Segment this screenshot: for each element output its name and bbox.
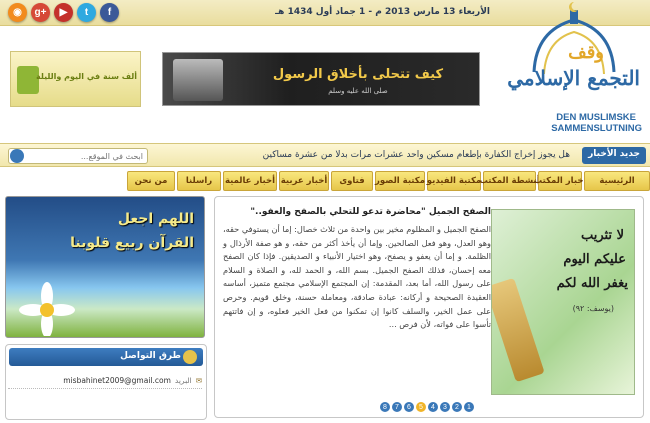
side-banner-text: ألف سنة في اليوم والليلة [36, 72, 137, 81]
nav-item[interactable]: راسلنا [177, 171, 221, 191]
nav-item[interactable]: أخبار المكتب [534, 171, 586, 191]
pager-dot[interactable]: 8 [380, 402, 390, 412]
pager-dot[interactable]: 5 [416, 402, 426, 412]
email-row[interactable]: ✉ البريد misbahinet2009@gmail.com [8, 373, 202, 389]
logo-line2: التجمع الإسلامي [507, 66, 640, 90]
pager-dot[interactable]: 2 [452, 402, 462, 412]
email-address[interactable]: misbahinet2009@gmail.com [63, 376, 171, 385]
nav-item[interactable]: الرئيسية [584, 171, 650, 191]
nav-item[interactable]: فتاوى [331, 171, 373, 191]
news-ticker-bar: جديد الأخبار هل يجوز إخراج الكفارة بإطعا… [0, 143, 650, 167]
contact-icon [183, 350, 197, 364]
side-banner[interactable]: ألف سنة في اليوم والليلة [10, 51, 141, 107]
email-label: البريد [174, 376, 192, 385]
featured-article-panel: لا تثريب عليكم اليوم يغفر الله لكم (يوسف… [214, 196, 644, 418]
logo-line1: وقف [568, 42, 604, 63]
nav-item[interactable]: أخبار عالمية [223, 171, 277, 191]
nav-item[interactable]: أنشطة المكتب [479, 171, 540, 191]
quill-image [492, 277, 545, 383]
quran-banner[interactable]: اللهم اجعل القرآن ربيع قلوبنا [5, 196, 205, 338]
image-text-2: عليكم اليوم [563, 252, 626, 267]
facebook-icon[interactable]: f [100, 3, 119, 22]
pager-dot[interactable]: 7 [392, 402, 402, 412]
youtube-icon[interactable]: ▶ [54, 3, 73, 22]
article-image[interactable]: لا تثريب عليكم اليوم يغفر الله لكم (يوسف… [491, 209, 635, 395]
image-text-4: (يوسف: ٩٢) [572, 304, 614, 313]
contact-box: طرق التواصل ✉ البريد misbahinet2009@gmai… [5, 344, 207, 420]
news-ticker-label: جديد الأخبار [582, 147, 646, 164]
logo-latin2: SAMMENSLUTNING [551, 123, 642, 134]
google-plus-icon[interactable]: g+ [31, 3, 50, 22]
article-title[interactable]: الصفح الجميل "محاضرة تدعو للتحلي بالصفح … [223, 207, 491, 217]
slider-pager: 87654321 [380, 402, 474, 412]
nav-item[interactable]: مكتبة الصور [375, 171, 425, 191]
quran-banner-line2: القرآن ربيع قلوبنا [70, 235, 194, 251]
nav-item[interactable]: أخبار عربية [279, 171, 329, 191]
image-text-3: يغفر الله لكم [556, 276, 628, 291]
pager-dot[interactable]: 6 [404, 402, 414, 412]
main-banner-subtitle: صلى الله عليه وسلم [328, 87, 388, 95]
news-ticker-text[interactable]: هل يجوز إخراج الكفارة بإطعام مسكين واحد … [263, 150, 570, 160]
pager-dot[interactable]: 3 [440, 402, 450, 412]
logo-latin1: DEN MUSLIMSKE [556, 112, 636, 123]
contact-heading-label: طرق التواصل [120, 351, 181, 361]
article-body: الصفح الجميل و المظلوم مخير بين واحدة من… [223, 224, 491, 330]
search-icon[interactable] [10, 149, 24, 163]
main-nav: الرئيسية أخبار المكتب أنشطة المكتب مكتبة ال… [0, 171, 650, 191]
main-banner-title: كيف تتحلى بأخلاق الرسول [272, 67, 444, 82]
pager-dot[interactable]: 1 [464, 402, 474, 412]
search-input[interactable] [8, 148, 148, 164]
image-text-1: لا تثريب [580, 228, 624, 243]
twitter-icon[interactable]: t [77, 3, 96, 22]
contact-heading: طرق التواصل [9, 348, 203, 366]
site-logo[interactable]: وقف التجمع الإسلامي DEN MUSLIMSKE SAMMEN… [504, 2, 644, 140]
main-banner[interactable]: كيف تتحلى بأخلاق الرسول صلى الله عليه وس… [162, 52, 480, 106]
date-display: الأربعاء 13 مارس 2013 م - 1 جماد أول 143… [275, 7, 490, 17]
daisy-flower-icon [19, 282, 75, 336]
book-image [173, 59, 223, 101]
pager-dot[interactable]: 4 [428, 402, 438, 412]
mail-icon: ✉ [195, 376, 202, 385]
quran-banner-line1: اللهم اجعل [117, 211, 194, 227]
article-text: الصفح الجميل "محاضرة تدعو للتحلي بالصفح … [223, 207, 491, 397]
nav-item[interactable]: من نحن [127, 171, 175, 191]
nav-item[interactable]: مكتبة الفيديو [427, 171, 481, 191]
rss-icon[interactable]: ◉ [8, 3, 27, 22]
